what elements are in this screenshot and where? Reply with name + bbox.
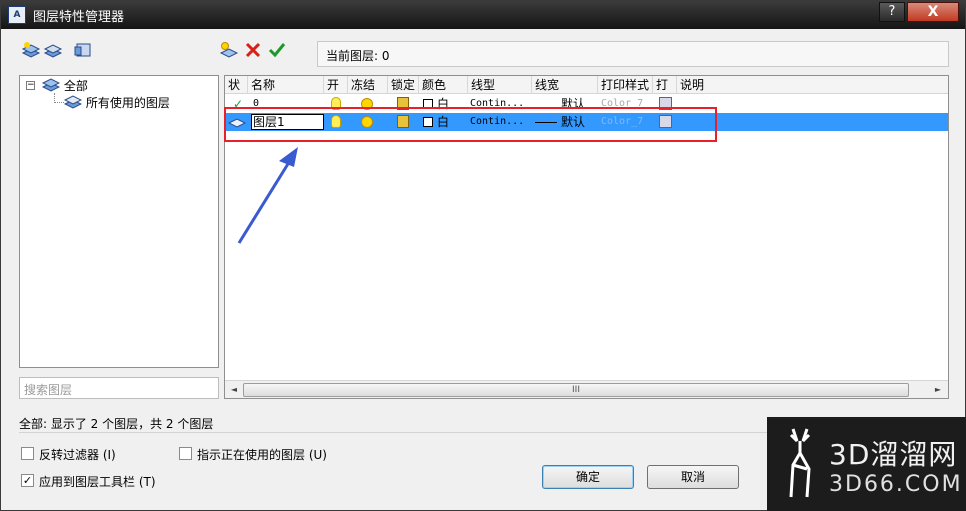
arrow-head	[279, 147, 298, 167]
watermark-domain: 3D66.COM	[829, 472, 963, 497]
deer-logo-icon	[789, 428, 811, 498]
watermark-brand: 3D溜溜网	[829, 438, 958, 471]
arrow-shaft	[237, 158, 293, 244]
watermark: 3D溜溜网 3D66.COM	[767, 417, 966, 511]
layer-properties-manager-window: A 图层特性管理器 ? X 当前图层: 0 − 全部 所有使用的图层 搜索图层 …	[0, 0, 966, 511]
